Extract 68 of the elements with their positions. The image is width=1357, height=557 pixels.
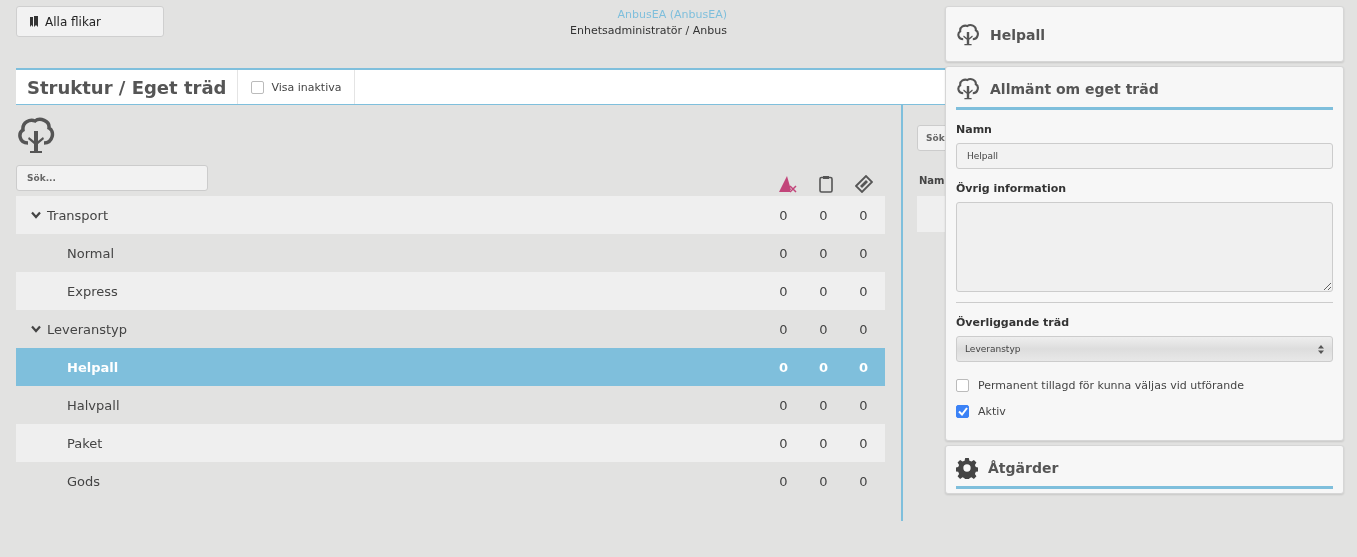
card-title: Allmänt om eget träd xyxy=(990,81,1159,97)
count: 0 xyxy=(778,397,789,413)
count: 0 xyxy=(858,321,869,337)
count: 0 xyxy=(778,321,789,337)
count: 0 xyxy=(778,207,789,223)
node-label: Normal xyxy=(67,245,115,261)
count: 0 xyxy=(818,321,829,337)
count: 0 xyxy=(858,359,869,375)
count: 0 xyxy=(858,397,869,413)
count: 0 xyxy=(778,435,789,451)
node-label: Paket xyxy=(67,435,103,451)
checkmark-icon xyxy=(957,407,968,416)
count: 0 xyxy=(778,245,789,261)
parent-select[interactable]: Leveranstyp xyxy=(956,336,1333,362)
field-label: Övrig information xyxy=(956,182,1068,195)
field-label: Namn xyxy=(956,123,993,136)
count: 0 xyxy=(778,283,789,299)
updown-icon xyxy=(1318,344,1324,354)
count: 0 xyxy=(818,207,829,223)
count: 0 xyxy=(818,359,829,375)
count: 0 xyxy=(858,207,869,223)
tree-row[interactable]: Paket 0 0 0 xyxy=(16,424,885,462)
search-field[interactable]: Sök xyxy=(917,125,945,151)
tree-row[interactable]: Gods 0 0 0 xyxy=(16,462,885,500)
caret-icon[interactable] xyxy=(31,325,41,333)
node-label: Gods xyxy=(67,473,101,489)
count: 0 xyxy=(858,283,869,299)
ticket-icon xyxy=(855,175,873,193)
user-role: Enhetsadministratör / Anbus xyxy=(570,23,727,39)
tree-icon xyxy=(956,23,980,47)
clipboard-icon xyxy=(819,175,833,193)
search-field[interactable]: Sök... xyxy=(16,165,208,191)
caret-icon[interactable] xyxy=(31,211,41,219)
tree-icon xyxy=(16,117,56,155)
all-tabs-button[interactable]: Alla flikar xyxy=(16,6,164,37)
column-header: Nam xyxy=(918,175,945,186)
tree-row[interactable]: Leveranstyp 0 0 0 xyxy=(16,310,885,348)
tree-row[interactable]: Transport 0 0 0 xyxy=(16,196,885,234)
count: 0 xyxy=(818,245,829,261)
count: 0 xyxy=(778,359,789,375)
count: 0 xyxy=(818,435,829,451)
node-label: Halvpall xyxy=(67,397,120,413)
count: 0 xyxy=(818,283,829,299)
count: 0 xyxy=(858,435,869,451)
tree-row[interactable]: Express 0 0 0 xyxy=(16,272,885,310)
name-field[interactable]: Helpall xyxy=(956,143,1333,169)
settings-icon xyxy=(956,457,978,479)
node-label: Express xyxy=(67,283,118,299)
card-title: Åtgärder xyxy=(988,460,1059,476)
count: 0 xyxy=(818,473,829,489)
count: 0 xyxy=(858,473,869,489)
node-label: Transport xyxy=(47,207,108,223)
count: 0 xyxy=(818,397,829,413)
checkbox[interactable]: Aktiv xyxy=(956,405,1333,418)
page-title: Struktur / Eget träd xyxy=(16,70,239,104)
warning-icon xyxy=(779,175,797,193)
count: 0 xyxy=(778,473,789,489)
tree-icon xyxy=(956,77,980,101)
tree-row[interactable]: Normal 0 0 0 xyxy=(16,234,885,272)
checkbox[interactable]: Permanent tillagd för kunna väljas vid utförande xyxy=(956,379,1333,392)
info-field[interactable] xyxy=(956,202,1333,292)
count: 0 xyxy=(858,245,869,261)
card-title: Helpall xyxy=(990,27,1046,43)
bookmark-icon xyxy=(30,15,39,28)
node-label: Leveranstyp xyxy=(47,321,128,337)
field-label: Överliggande träd xyxy=(956,316,1071,329)
node-label: Helpall xyxy=(67,359,119,375)
tree-row[interactable]: Halvpall 0 0 0 xyxy=(16,386,885,424)
